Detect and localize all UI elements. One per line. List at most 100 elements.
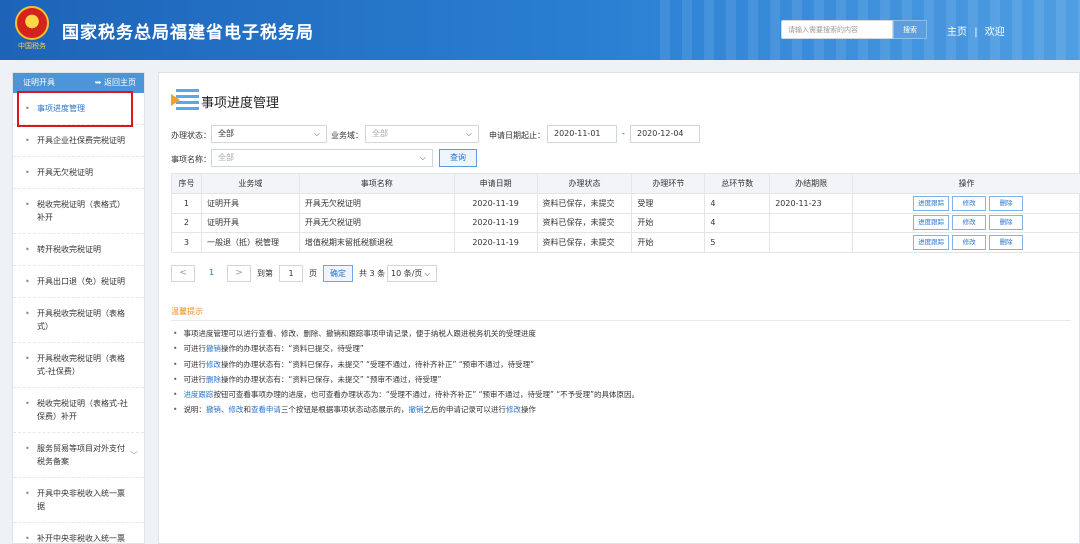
tip-item: 进度跟踪按钮可查看事项办理的进度，也可查看办理状态为：“受理不通过，待补齐补正”… (173, 387, 639, 402)
edit-button[interactable]: 修改 (952, 195, 987, 211)
cell-actions: 进度跟踪 修改 删除 (852, 212, 1080, 233)
tip-text: 操作的办理状态有：“资料已提交，待受理” (220, 344, 364, 354)
tips-divider (171, 320, 1071, 321)
chevron-down-icon: ⌵ (424, 269, 431, 278)
search-button[interactable]: 搜索 (893, 20, 927, 39)
track-progress-button[interactable]: 进度跟踪 (913, 215, 950, 231)
tip-link[interactable]: 修改 (228, 405, 243, 414)
sidebar-item-social-security-certificate[interactable]: 开具企业社保费完税证明 (13, 125, 144, 157)
current-page-number[interactable]: 1 (209, 268, 214, 277)
search-input[interactable]: 请输入需要搜索的内容 (781, 20, 893, 39)
goto-confirm-button[interactable]: 确定 (323, 265, 353, 282)
cell-status: 资料已保存，未提交 (536, 232, 633, 253)
tip-text: 按钮可查看事项办理的进度，也可查看办理状态为：“受理不通过，待补齐补正” “预审… (213, 390, 640, 400)
sidebar-item-tax-certificate-reissue[interactable]: 税收完税证明（表格式）补开 (13, 189, 144, 234)
back-home-label: 返回主页 (104, 78, 136, 87)
cell-no: 3 (171, 232, 202, 253)
column-header: 操作 (852, 173, 1080, 194)
back-home-link[interactable]: ➥ 返回主页 (95, 73, 136, 93)
tip-link[interactable]: 撤销 (206, 344, 221, 353)
top-header: 中国税务 国家税务总局福建省电子税务局 请输入需要搜索的内容 搜索 主页 | 欢… (0, 0, 1080, 60)
sidebar-item-no-tax-arrears-certificate[interactable]: 开具无欠税证明 (13, 157, 144, 189)
welcome-text: 欢迎 (984, 27, 1005, 38)
cell-no: 2 (171, 212, 202, 233)
cell-item-name: 开具无欠税证明 (298, 212, 455, 233)
sidebar-header: 证明开具 ➥ 返回主页 (13, 73, 144, 93)
cell-domain: 证明开具 (200, 193, 300, 214)
tip-item: 说明：撤销、修改和查看申请三个按钮是根据事项状态动态展示的，撤销之后的申请记录可… (173, 402, 639, 417)
delete-button[interactable]: 删除 (989, 215, 1024, 231)
tip-item: 可进行删除操作的办理状态有：“资料已保存，未提交” “预审不通过，待受理” (173, 372, 639, 387)
sidebar-item-service-trade-filing[interactable]: 服务贸易等项目对外支付税务备案 ﹀ (13, 433, 144, 478)
tip-link[interactable]: 删除 (206, 375, 221, 384)
highlight-annotation-box (17, 91, 133, 127)
cell-status: 资料已保存，未提交 (536, 193, 633, 214)
emblem-icon (15, 6, 49, 40)
tip-link[interactable]: 进度跟踪 (183, 390, 213, 399)
cell-step: 开始 (631, 232, 706, 253)
column-header: 申请日期 (453, 173, 538, 194)
track-progress-button[interactable]: 进度跟踪 (913, 195, 950, 211)
tip-link[interactable]: 修改 (506, 405, 521, 414)
chevron-down-icon: ﹀ (130, 451, 138, 460)
cell-total-steps: 4 (704, 212, 771, 233)
column-header: 办理状态 (536, 173, 633, 194)
cell-deadline (769, 232, 854, 253)
date-to-input[interactable]: 2020-12-04 (630, 125, 700, 143)
sidebar-item-transfer-tax-certificate[interactable]: 转开税收完税证明 (13, 234, 144, 266)
item-name-select[interactable]: 全部 ⌵ (211, 149, 433, 167)
top-nav: 主页 | 欢迎 (947, 23, 1009, 38)
sidebar-item-label: 服务贸易等项目对外支付税务备案 (37, 444, 125, 466)
goto-page-input[interactable]: 1 (279, 265, 303, 282)
cell-item-name: 增值税期末留抵税额退税 (298, 232, 455, 253)
delete-button[interactable]: 删除 (989, 234, 1024, 250)
next-page-button[interactable]: > (227, 265, 251, 282)
domain-filter-label: 业务域： (331, 131, 363, 140)
cell-actions: 进度跟踪 修改 删除 (852, 193, 1080, 214)
cell-date: 2020-11-19 (453, 193, 538, 214)
table-row: 2 证明开具 开具无欠税证明 2020-11-19 资料已保存，未提交 开始 4… (171, 212, 1080, 233)
tip-link[interactable]: 撤销 (408, 405, 423, 414)
back-arrow-icon: ➥ (94, 78, 104, 87)
column-header: 办理环节 (631, 173, 706, 194)
status-select-value: 全部 (218, 129, 234, 138)
sidebar-item-export-refund-certificate[interactable]: 开具出口退（免）税证明 (13, 266, 144, 298)
tip-item: 可进行撤销操作的办理状态有：“资料已提交，待受理” (173, 341, 639, 356)
edit-button[interactable]: 修改 (952, 215, 987, 231)
column-header: 办结期限 (769, 173, 854, 194)
tip-link[interactable]: 查看申请 (251, 405, 281, 414)
item-name-select-value: 全部 (218, 153, 234, 162)
prev-page-button[interactable]: < (171, 265, 195, 282)
tip-link[interactable]: 修改 (206, 360, 221, 369)
column-header: 事项名称 (298, 173, 455, 194)
date-from-input[interactable]: 2020-11-01 (547, 125, 617, 143)
cell-deadline: 2020-11-23 (769, 193, 854, 214)
tip-text: 可进行 (183, 344, 206, 354)
tip-link[interactable]: 撤销 (206, 405, 221, 414)
sidebar-item-tax-certificate-table[interactable]: 开具税收完税证明（表格式） (13, 298, 144, 343)
tip-text: 操作的办理状态有：“资料已保存，未提交” “受理不通过，待补齐补正” “预审不通… (220, 359, 535, 369)
chevron-down-icon: ⌵ (313, 129, 320, 138)
page-size-select[interactable]: 10 条/页 ⌵ (387, 265, 437, 282)
sidebar-item-central-nontax-receipt-reissue[interactable]: 补开中央非税收入统一票据 (13, 523, 144, 544)
delete-button[interactable]: 删除 (989, 195, 1024, 211)
track-progress-button[interactable]: 进度跟踪 (913, 234, 950, 250)
domain-select[interactable]: 全部 ⌵ (365, 125, 479, 143)
sidebar-item-tax-certificate-social-reissue[interactable]: 税收完税证明（表格式-社保费）补开 (13, 388, 144, 433)
sidebar-section-title: 证明开具 (23, 78, 55, 87)
cell-step: 受理 (631, 193, 706, 214)
edit-button[interactable]: 修改 (952, 234, 987, 250)
domain-select-value: 全部 (372, 129, 388, 138)
chevron-down-icon: ⌵ (465, 129, 472, 138)
home-link[interactable]: 主页 (947, 27, 967, 38)
query-button[interactable]: 查询 (439, 149, 477, 167)
tip-text: 事项进度管理可以进行查看、修改、删除、撤销和跟踪事项申请记录，便于纳税人跟进税务… (183, 329, 536, 338)
sidebar-item-tax-certificate-social[interactable]: 开具税收完税证明（表格式-社保费） (13, 343, 144, 388)
cell-item-name: 开具无欠税证明 (298, 193, 455, 214)
goto-label: 到第 (257, 269, 273, 278)
status-select[interactable]: 全部 ⌵ (211, 125, 327, 143)
cell-domain: 一般退（抵）税管理 (200, 232, 300, 253)
sidebar-item-central-nontax-receipt[interactable]: 开具中央非税收入统一票据 (13, 478, 144, 523)
date-range-label: 申请日期起止： (489, 131, 545, 140)
tip-item: 可进行修改操作的办理状态有：“资料已保存，未提交” “受理不通过，待补齐补正” … (173, 357, 639, 372)
